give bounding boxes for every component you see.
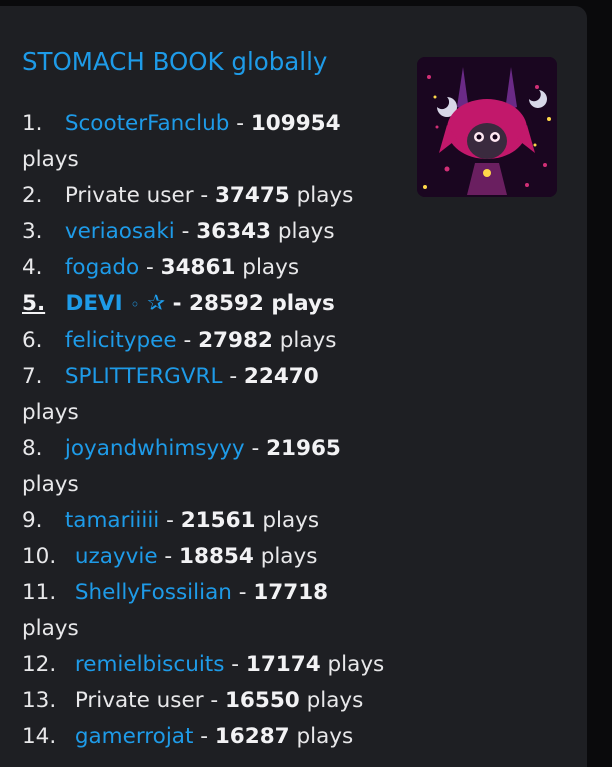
star-icon: ✰ <box>147 291 166 316</box>
rank-number: 2. <box>22 183 43 208</box>
username-link[interactable]: joyandwhimsyyy <box>65 436 245 461</box>
list-item: 9. tamariiiii - 21561 plays <box>22 503 582 539</box>
plays-label: plays <box>242 255 300 280</box>
play-count: 21965 <box>266 436 341 461</box>
plays-label: plays <box>296 724 354 749</box>
plays-label: plays <box>22 400 79 425</box>
username-link[interactable]: tamariiiii <box>65 508 159 533</box>
rank-number: 6. <box>22 328 43 353</box>
list-item: 4. fogado - 34861 plays <box>22 250 582 286</box>
play-count: 28592 <box>189 291 264 316</box>
play-count: 17174 <box>245 652 321 677</box>
private-user-label: Private user <box>64 183 194 208</box>
play-count: 27982 <box>198 328 273 353</box>
plays-label: plays <box>279 328 337 353</box>
plays-label: plays <box>262 508 320 533</box>
username-link[interactable]: fogado <box>65 255 139 280</box>
plays-label: plays <box>22 616 79 641</box>
plays-label: plays <box>271 291 335 316</box>
plays-label: plays <box>327 652 385 677</box>
list-item: 12. remielbiscuits - 17174 plays <box>22 647 582 683</box>
list-item: 3. veriaosaki - 36343 plays <box>22 214 582 250</box>
list-item-highlighted: 5. DEVI ◦ ✰ - 28592 plays <box>22 286 582 323</box>
rank-number: 8. <box>22 436 43 461</box>
play-count: 34861 <box>160 255 236 280</box>
play-count: 17718 <box>253 580 329 605</box>
play-count: 37475 <box>214 183 290 208</box>
play-count: 16287 <box>214 724 290 749</box>
username-link[interactable]: felicitypee <box>65 328 177 353</box>
username-link[interactable]: remielbiscuits <box>75 652 225 677</box>
plays-label: plays <box>306 688 364 713</box>
rank-number: 7. <box>22 364 43 389</box>
circle-decoration-icon: ◦ <box>130 295 140 314</box>
list-item: 6. felicitypee - 27982 plays <box>22 323 582 359</box>
leaderboard-title: STOMACH BOOK globally <box>22 47 328 76</box>
rank-number: 4. <box>22 255 43 280</box>
rank-number: 11. <box>22 580 57 605</box>
play-count: 18854 <box>179 544 254 569</box>
play-count: 16550 <box>224 688 300 713</box>
rank-number: 10. <box>22 544 57 569</box>
play-count: 109954 <box>250 111 341 136</box>
rank-number: 9. <box>22 508 43 533</box>
plays-label: plays <box>260 544 318 569</box>
play-count: 21561 <box>180 508 256 533</box>
rank-number: 12. <box>22 652 57 677</box>
plays-label: plays <box>277 219 335 244</box>
play-count: 36343 <box>196 219 271 244</box>
rank-number: 5. <box>22 291 46 316</box>
plays-label: plays <box>296 183 354 208</box>
list-item: 11. ShellyFossilian - 17718 plays <box>22 575 582 647</box>
username-link[interactable]: gamerrojat <box>75 724 194 749</box>
leaderboard-card: STOMACH BOOK globally 1. ScooterFanclub … <box>0 6 587 767</box>
list-item: 8. joyandwhimsyyy - 21965 plays <box>22 431 582 503</box>
list-item: 1. ScooterFanclub - 109954 plays <box>22 106 582 178</box>
username-link[interactable]: DEVI <box>66 291 123 316</box>
rank-number: 13. <box>22 688 57 713</box>
username-link[interactable]: ScooterFanclub <box>65 111 230 136</box>
rank-number: 14. <box>22 724 57 749</box>
username-link[interactable]: veriaosaki <box>65 219 175 244</box>
leaderboard-list: 1. ScooterFanclub - 109954 plays 2. Priv… <box>22 106 582 755</box>
list-item: 10. uzayvie - 18854 plays <box>22 539 582 575</box>
list-item: 13. Private user - 16550 plays <box>22 683 582 719</box>
username-link[interactable]: uzayvie <box>75 544 158 569</box>
username-link[interactable]: SPLITTERGVRL <box>65 364 223 389</box>
private-user-label: Private user <box>74 688 204 713</box>
rank-number: 3. <box>22 219 43 244</box>
play-count: 22470 <box>243 364 319 389</box>
list-item: 2. Private user - 37475 plays <box>22 178 582 214</box>
username-link[interactable]: ShellyFossilian <box>75 580 232 605</box>
list-item: 14. gamerrojat - 16287 plays <box>22 719 582 755</box>
rank-number: 1. <box>22 111 43 136</box>
list-item: 7. SPLITTERGVRL - 22470 plays <box>22 359 582 431</box>
plays-label: plays <box>22 472 79 497</box>
plays-label: plays <box>22 147 79 172</box>
